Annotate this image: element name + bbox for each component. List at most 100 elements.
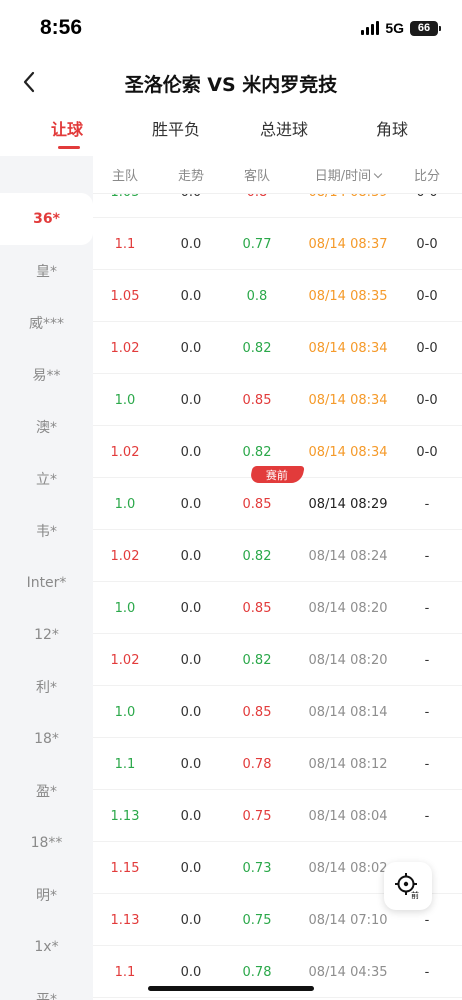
tab-win-draw-lose[interactable]: 胜平负 — [152, 116, 200, 140]
score-value: - — [424, 756, 430, 772]
score-value: - — [424, 496, 430, 512]
home-odds: 1.15 — [110, 860, 140, 876]
tab-handicap[interactable]: 让球 — [51, 116, 83, 140]
odds-timestamp: 08/14 08:12 — [308, 756, 388, 772]
away-odds: 0.75 — [242, 912, 272, 928]
locate-pre-match-button[interactable]: 前 — [384, 862, 432, 910]
home-odds: 1.02 — [110, 444, 140, 460]
away-odds: 0.78 — [242, 756, 272, 772]
sidebar-item-bookmaker[interactable]: 盈* — [0, 765, 93, 817]
table-row: 1.05 0.0 0.8 08/14 08:35 0-0 — [93, 270, 462, 322]
odds-timestamp: 08/14 08:34 — [308, 340, 388, 356]
away-odds: 0.82 — [242, 652, 272, 668]
sidebar-item-bookmaker[interactable]: 明* — [0, 869, 93, 921]
sidebar-item-bookmaker[interactable]: 平* — [0, 973, 93, 1000]
network-type: 5G — [385, 20, 404, 36]
odds-timestamp: 08/14 08:14 — [308, 704, 388, 720]
header: 圣洛伦索 VS 米内罗竞技 — [0, 58, 462, 106]
table-row: 1.02 0.0 0.82 08/14 08:34 0-0 — [93, 322, 462, 374]
away-odds: 0.85 — [242, 496, 272, 512]
tab-active-indicator — [58, 146, 80, 149]
trend-value: 0.0 — [180, 236, 202, 252]
sidebar-item-bookmaker[interactable]: 立* — [0, 453, 93, 505]
sidebar-item-bookmaker[interactable]: 威*** — [0, 297, 93, 349]
column-header-home: 主队 — [111, 169, 138, 184]
score-value: 0-0 — [416, 444, 438, 460]
table-row: 1.0 0.0 0.85 08/14 08:14 - — [93, 686, 462, 738]
home-odds: 1.1 — [114, 964, 136, 980]
trend-value: 0.0 — [180, 860, 202, 876]
score-value: 0-0 — [416, 340, 438, 356]
locate-button-label: 前 — [411, 891, 419, 900]
table-row: 1.0 0.0 0.85 08/14 08:34 0-0 — [93, 374, 462, 426]
sidebar-item-bookmaker[interactable]: Inter* — [0, 557, 93, 609]
odds-timestamp: 08/14 08:29 — [308, 496, 388, 512]
page-title: 圣洛伦索 VS 米内罗竞技 — [124, 74, 338, 96]
away-odds: 0.8 — [246, 288, 268, 304]
away-odds: 0.82 — [242, 340, 272, 356]
odds-timestamp: 08/14 08:20 — [308, 652, 388, 668]
home-indicator — [148, 986, 314, 991]
trend-value: 0.0 — [180, 704, 202, 720]
signal-icon — [361, 21, 380, 35]
tab-total-goals[interactable]: 总进球 — [260, 116, 308, 140]
score-value: - — [424, 704, 430, 720]
table-row: 1.02 0.0 0.82 08/14 08:24 - — [93, 530, 462, 582]
bookmaker-sidebar: 36* 皇* 威*** 易** 澳* 立* 韦* Inter* 12* 利* 1… — [0, 156, 93, 1000]
away-odds: 0.82 — [242, 548, 272, 564]
sidebar-item-bookmaker[interactable]: 皇* — [0, 245, 93, 297]
sidebar-item-bookmaker[interactable]: 1x* — [0, 921, 93, 973]
trend-value: 0.0 — [180, 756, 202, 772]
home-odds: 1.0 — [114, 600, 136, 616]
sidebar-item-bookmaker[interactable]: 18** — [0, 817, 93, 869]
table-header: 主队 走势 客队 日期/时间 比分 — [93, 156, 462, 194]
pre-match-badge-label: 赛前 — [266, 468, 288, 482]
status-indicators: 5G 66 — [361, 20, 441, 36]
sidebar-item-bookmaker[interactable]: 澳* — [0, 401, 93, 453]
column-header-date: 日期/时间 — [314, 169, 372, 184]
home-odds: 1.0 — [114, 392, 136, 408]
score-value: - — [424, 808, 430, 824]
away-odds: 0.75 — [242, 808, 272, 824]
away-odds: 0.85 — [242, 600, 272, 616]
odds-timestamp: 08/14 08:37 — [308, 236, 388, 252]
home-odds: 1.02 — [110, 340, 140, 356]
odds-timestamp: 08/14 08:24 — [308, 548, 388, 564]
home-odds: 1.02 — [110, 652, 140, 668]
home-odds: 1.13 — [110, 808, 140, 824]
odds-timestamp: 08/14 08:35 — [308, 288, 388, 304]
odds-timestamp: 08/14 08:34 — [308, 392, 388, 408]
trend-value: 0.0 — [180, 444, 202, 460]
tab-bar: 让球 胜平负 总进球 角球 — [0, 116, 462, 156]
sidebar-item-bookmaker[interactable]: 易** — [0, 349, 93, 401]
trend-value: 0.0 — [180, 288, 202, 304]
chevron-down-icon — [373, 169, 383, 179]
trend-value: 0.0 — [180, 808, 202, 824]
status-bar: 8:56 5G 66 — [0, 0, 462, 58]
table-row: 1.0 0.0 0.85 08/14 08:20 - — [93, 582, 462, 634]
home-odds: 1.1 — [114, 236, 136, 252]
sidebar-item-bookmaker[interactable]: 韦* — [0, 505, 93, 557]
odds-timestamp: 08/14 08:34 — [308, 444, 388, 460]
tab-corners[interactable]: 角球 — [376, 116, 408, 140]
sidebar-item-bookmaker[interactable]: 12* — [0, 609, 93, 661]
away-odds: 0.73 — [242, 860, 272, 876]
score-value: - — [424, 652, 430, 668]
table-row: 1.1 0.0 0.78 08/14 08:12 - — [93, 738, 462, 790]
trend-value: 0.0 — [180, 548, 202, 564]
trend-value: 0.0 — [180, 912, 202, 928]
odds-timestamp: 08/14 08:20 — [308, 600, 388, 616]
sidebar-item-bookmaker[interactable]: 18* — [0, 713, 93, 765]
trend-value: 0.0 — [180, 340, 202, 356]
sidebar-item-bookmaker[interactable]: 36* — [0, 193, 93, 245]
column-header-date-sort[interactable]: 日期/时间 — [293, 165, 403, 184]
trend-value: 0.0 — [180, 600, 202, 616]
score-value: - — [424, 548, 430, 564]
away-odds: 0.85 — [242, 704, 272, 720]
table-row: 1.02 0.0 0.82 08/14 08:20 - — [93, 634, 462, 686]
sidebar-item-bookmaker[interactable]: 利* — [0, 661, 93, 713]
score-value: 0-0 — [416, 288, 438, 304]
score-value: - — [424, 964, 430, 980]
table-row: 1.13 0.0 0.75 08/14 08:04 - — [93, 790, 462, 842]
score-value: - — [424, 600, 430, 616]
